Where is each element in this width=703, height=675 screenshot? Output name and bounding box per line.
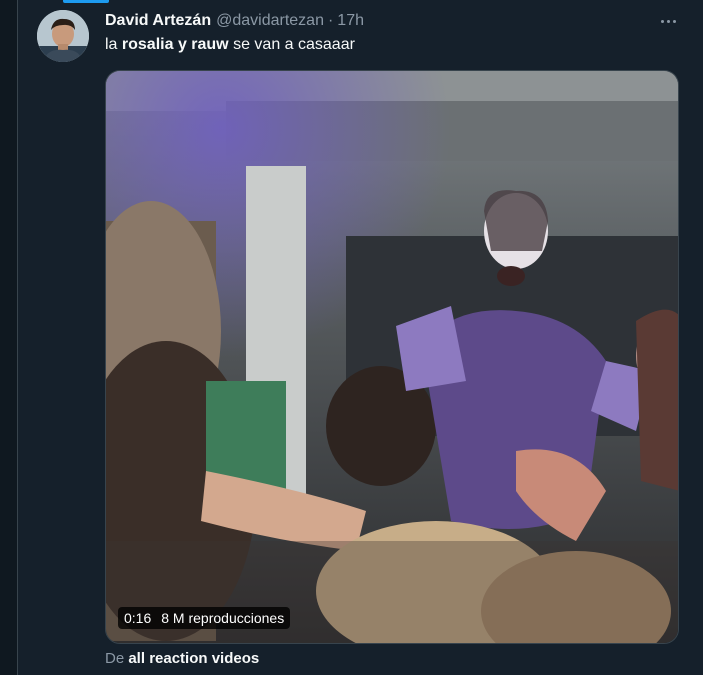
author-name[interactable]: David Artezán: [105, 12, 211, 30]
video-info-badge: 0:16 8 M reproducciones: [118, 607, 291, 629]
tweet-text: la rosalia y rauw se van a casaaar: [105, 36, 355, 54]
video-duration: 0:16: [124, 610, 152, 626]
video-player[interactable]: 0:16 8 M reproducciones: [105, 70, 679, 644]
avatar[interactable]: [37, 10, 89, 62]
tweet-text-part: la: [105, 36, 122, 53]
tweet-timestamp[interactable]: 17h: [337, 12, 364, 30]
tweet-card[interactable]: David Artezán @davidartezan · 17h la ros…: [19, 0, 703, 675]
avatar-image: [37, 10, 89, 62]
video-source: De all reaction videos: [105, 650, 259, 667]
more-options-button[interactable]: [655, 8, 681, 34]
author-handle[interactable]: @davidartezan: [216, 12, 324, 30]
tweet-text-part: se van a casaaar: [228, 36, 355, 53]
left-rail: [0, 0, 18, 675]
more-horizontal-icon: [660, 19, 664, 23]
source-link[interactable]: all reaction videos: [128, 650, 259, 667]
tweet-text-bold: rosalia y rauw: [121, 36, 229, 53]
source-prefix: De: [105, 650, 129, 667]
video-frame: [106, 71, 678, 643]
separator-dot: ·: [327, 12, 334, 29]
video-views: 8 M reproducciones: [161, 610, 285, 626]
tweet-header: David Artezán @davidartezan · 17h: [105, 10, 364, 32]
